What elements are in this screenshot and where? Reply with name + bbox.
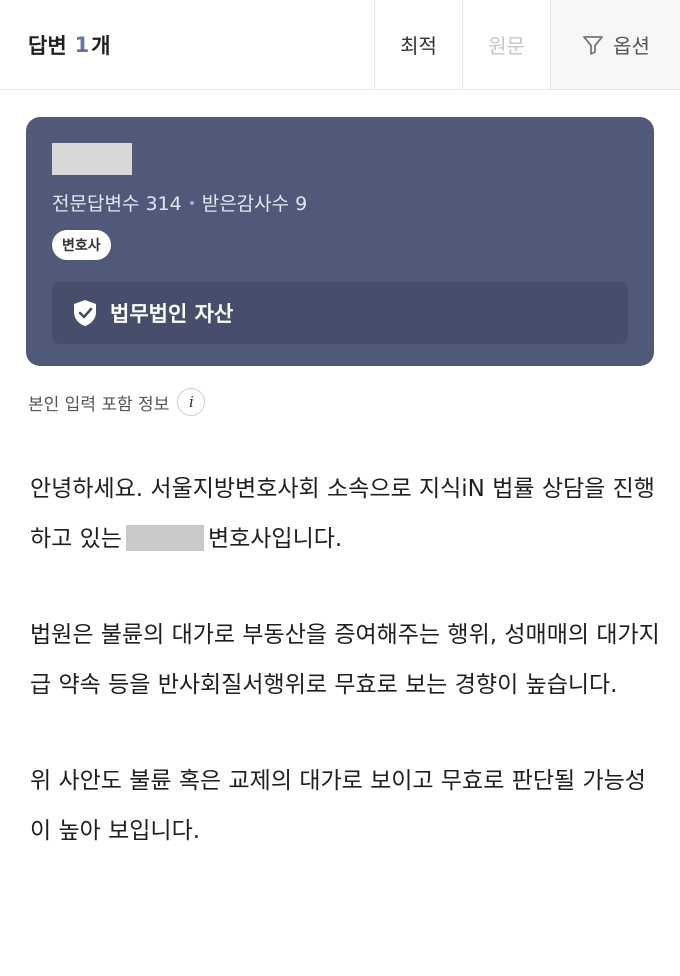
lawyer-badge: 변호사 bbox=[52, 230, 111, 260]
sort-best-button[interactable]: 최적 bbox=[374, 0, 462, 89]
expert-answer-count: 전문답변수 314 bbox=[52, 193, 182, 215]
answer-body: 안녕하세요. 서울지방변호사회 소속으로 지식iN 법률 상담을 진행하고 있는… bbox=[30, 464, 660, 902]
answer-paragraph-2: 법원은 불륜의 대가로 부동산을 증여해주는 행위, 성매매의 대가지급 약속 … bbox=[30, 622, 660, 698]
stats-separator bbox=[189, 200, 194, 205]
options-label: 옵션 bbox=[613, 34, 650, 58]
expert-name-redacted bbox=[52, 143, 132, 175]
self-input-info: 본인 입력 포함 정보 i bbox=[28, 388, 206, 416]
filter-icon bbox=[583, 35, 603, 55]
lawyer-name-redacted bbox=[125, 524, 204, 551]
expert-stats: 전문답변수 314 받은감사수 9 bbox=[52, 189, 307, 216]
answers-label: 답변 bbox=[28, 33, 67, 58]
sort-original-button[interactable]: 원문 bbox=[462, 0, 550, 89]
shield-check-icon bbox=[74, 300, 96, 326]
expert-card[interactable]: 전문답변수 314 받은감사수 9 변호사 법무법인 자산 bbox=[26, 117, 654, 366]
answers-header: 답변 1 개 최적 원문 옵션 bbox=[0, 0, 680, 90]
answer-p1-part1: 안녕하세요. 서울지방변호사회 소속으로 지식iN 법률 상담을 진행하고 있는 bbox=[30, 476, 655, 552]
answers-title: 답변 1 개 bbox=[0, 0, 374, 89]
answer-paragraph-1: 안녕하세요. 서울지방변호사회 소속으로 지식iN 법률 상담을 진행하고 있는… bbox=[30, 464, 660, 564]
answer-p1-part2: 변호사입니다. bbox=[207, 526, 343, 552]
options-button[interactable]: 옵션 bbox=[550, 0, 680, 89]
law-firm-row[interactable]: 법무법인 자산 bbox=[52, 282, 628, 344]
law-firm-name: 법무법인 자산 bbox=[110, 302, 234, 326]
info-icon[interactable]: i bbox=[177, 388, 206, 416]
answer-paragraph-3: 위 사안도 불륜 혹은 교제의 대가로 보이고 무효로 판단될 가능성이 높아 … bbox=[30, 768, 646, 844]
answers-count-unit: 개 bbox=[91, 33, 111, 58]
expert-thanks-count: 받은감사수 9 bbox=[201, 193, 308, 215]
answers-count: 1 bbox=[74, 32, 90, 57]
self-input-info-label: 본인 입력 포함 정보 bbox=[28, 394, 170, 415]
